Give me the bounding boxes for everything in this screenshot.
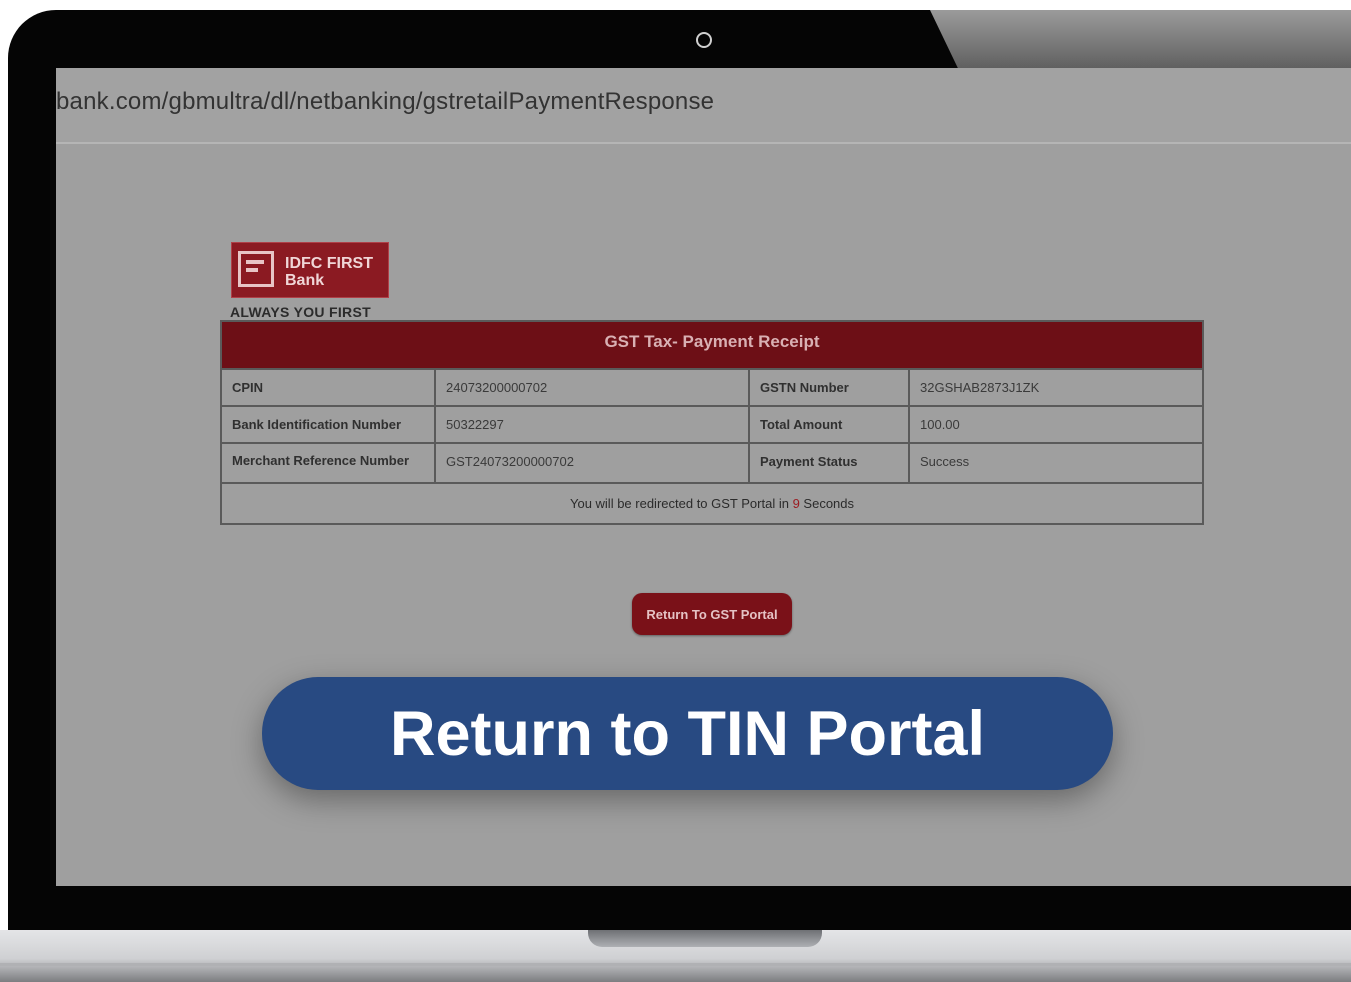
logo-line2: Bank [285, 272, 325, 289]
redirect-notice: You will be redirected to GST Portal in … [220, 482, 1204, 525]
merchant-ref-label: Merchant Reference Number [220, 442, 436, 484]
logo-line1: IDFC FIRST [285, 255, 373, 272]
bank-logo-icon [238, 251, 274, 287]
url-text[interactable]: bank.com/gbmultra/dl/netbanking/gstretai… [56, 88, 714, 116]
redirect-suffix: Seconds [803, 496, 855, 511]
address-bar[interactable]: bank.com/gbmultra/dl/netbanking/gstretai… [56, 68, 1351, 144]
bank-logo-text: IDFC FIRST Bank [285, 255, 373, 289]
bank-logo: IDFC FIRST Bank [231, 242, 389, 298]
redirect-prefix: You will be redirected to GST Portal in [569, 496, 789, 511]
payment-status-label: Payment Status [748, 442, 910, 484]
browser-screen: bank.com/gbmultra/dl/netbanking/gstretai… [56, 68, 1351, 886]
return-to-tin-portal-button[interactable]: Return to TIN Portal [262, 677, 1113, 790]
payment-status-value: Success [908, 442, 1204, 484]
cpin-value: 24073200000702 [434, 368, 750, 407]
gstn-label: GSTN Number [748, 368, 910, 407]
table-row: Bank Identification Number 50322297 Tota… [220, 405, 1204, 444]
bank-id-label: Bank Identification Number [220, 405, 436, 444]
merchant-ref-value: GST24073200000702 [434, 442, 750, 484]
payment-receipt-table: GST Tax- Payment Receipt CPIN 2407320000… [220, 320, 1204, 525]
return-to-gst-portal-button[interactable]: Return To GST Portal [632, 593, 792, 635]
total-amount-value: 100.00 [908, 405, 1204, 444]
bank-tagline: ALWAYS YOU FIRST [230, 304, 371, 320]
table-row: Merchant Reference Number GST24073200000… [220, 442, 1204, 484]
total-amount-label: Total Amount [748, 405, 910, 444]
screen-glare [930, 10, 1351, 70]
bank-id-value: 50322297 [434, 405, 750, 444]
gstn-value: 32GSHAB2873J1ZK [908, 368, 1204, 407]
table-row: CPIN 24073200000702 GSTN Number 32GSHAB2… [220, 368, 1204, 407]
cpin-label: CPIN [220, 368, 436, 407]
receipt-title: GST Tax- Payment Receipt [220, 320, 1204, 370]
camera-icon [696, 32, 712, 48]
redirect-countdown: 9 [792, 496, 800, 511]
laptop-base-edge [0, 963, 1351, 966]
laptop-hinge-notch [588, 930, 822, 947]
